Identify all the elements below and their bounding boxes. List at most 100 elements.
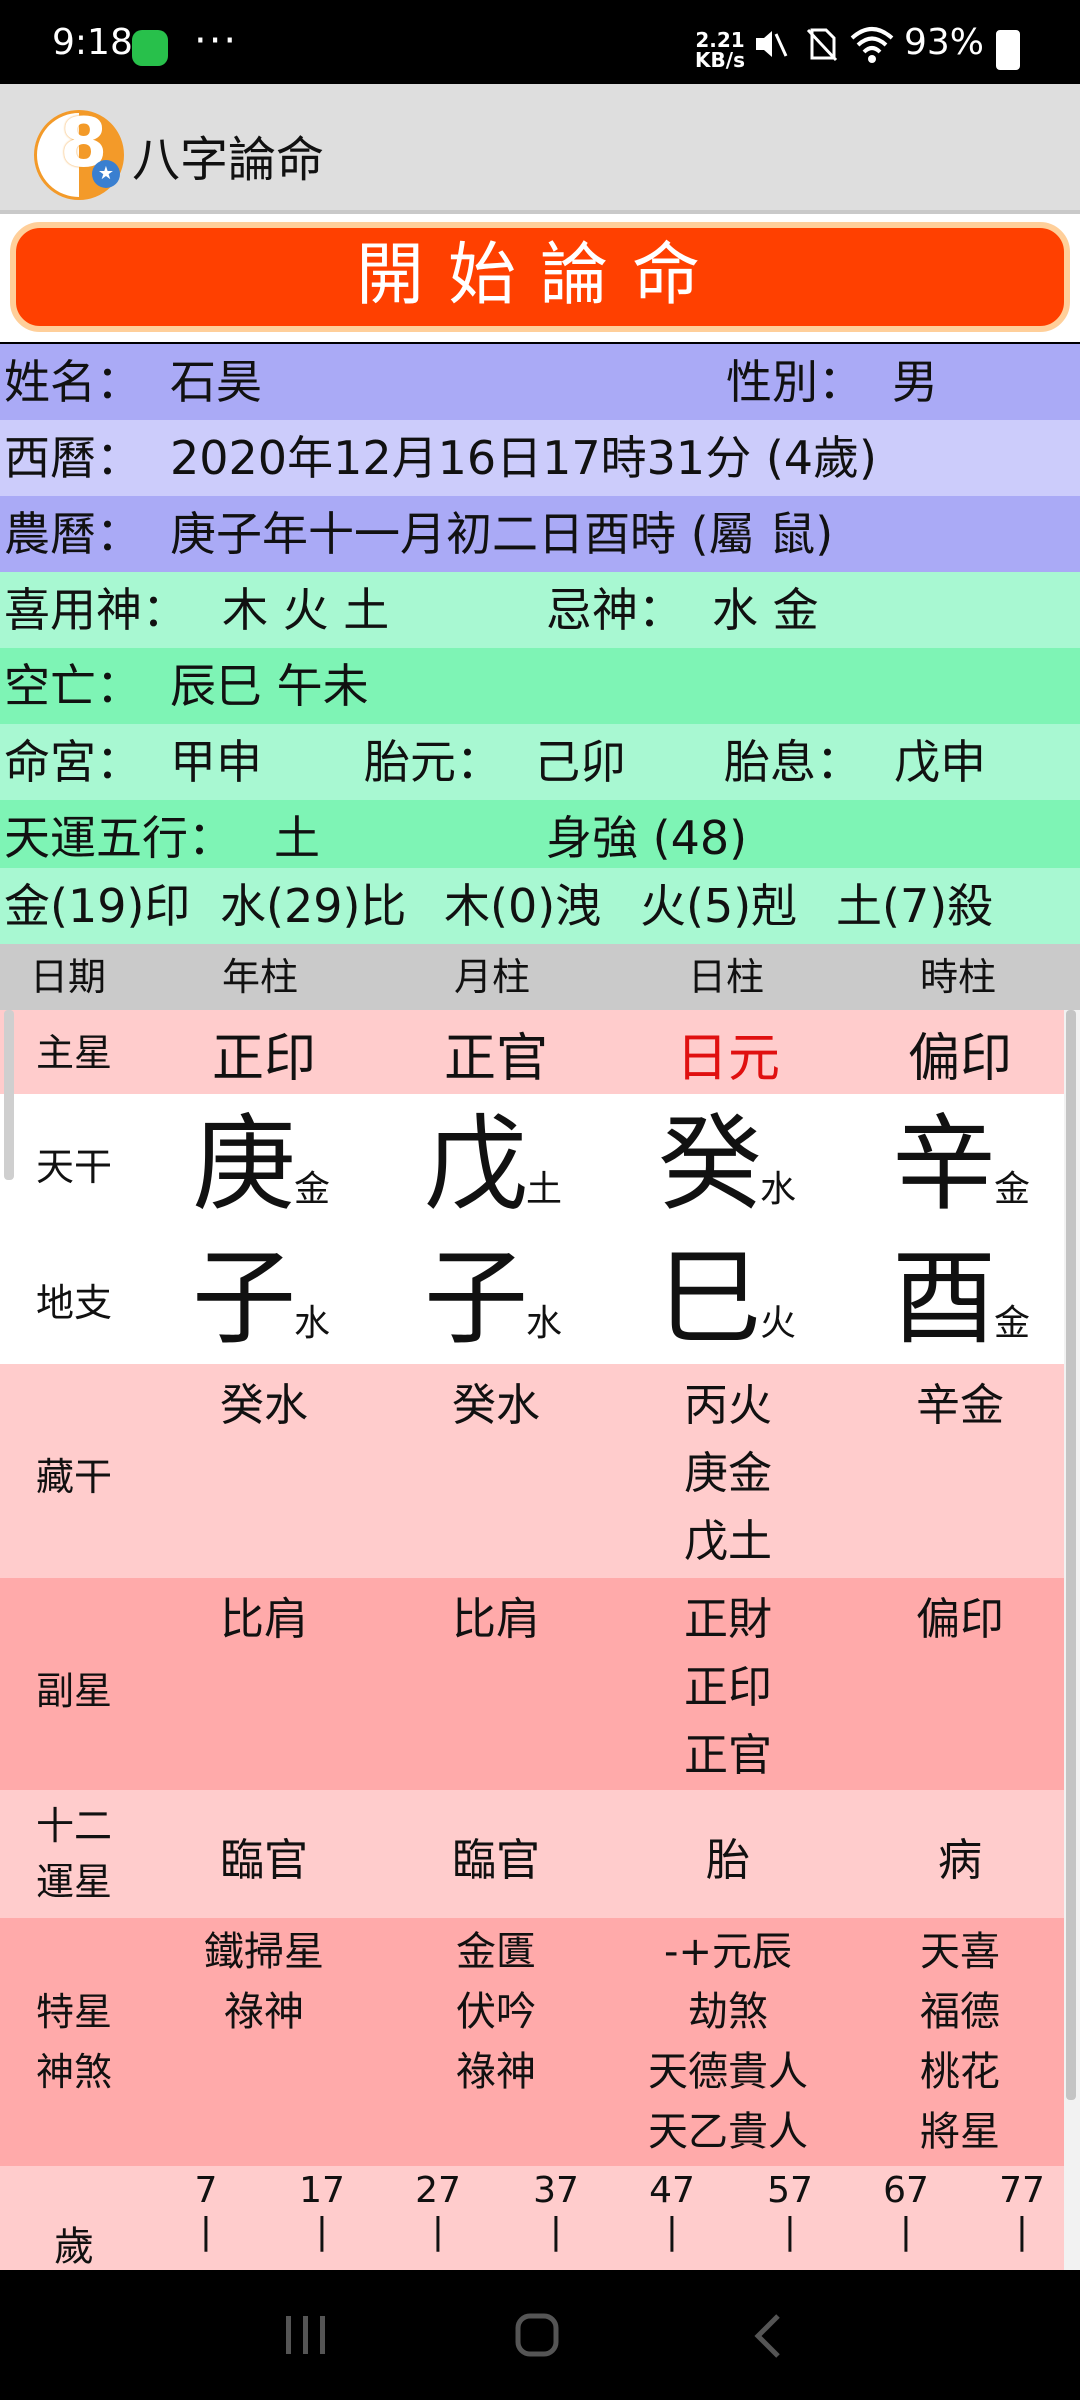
branch-hour: 酉 [892,1237,997,1359]
sub-star-label: 副星 [35,1669,112,1713]
heavenly-stem-label: 天干 [35,1145,112,1189]
main-star-label: 主星 [35,1031,112,1075]
special-year: 鐵掃星 祿神 [148,1922,380,2042]
navigation-bar [0,2270,1080,2400]
age-tick-label: 57 [767,2170,813,2211]
banner-area: 開始論命 [0,214,1080,342]
twelve-stage-label-bottom: 運星 [35,1860,112,1904]
age-tick: 17 | [292,2170,352,2252]
special-hour-item: 福德 [920,1989,1000,2035]
special-day-item: 劫煞 [688,1989,768,2035]
lunar-row: 農曆： 庚子年十一月初二日酉時 (屬 鼠) [0,496,1080,572]
element-metal: 金(19)印 [4,879,191,933]
sub-star-year: 比肩 [148,1586,380,1654]
luck-element-value: 土 [274,811,320,865]
sub-star-month-item: 比肩 [452,1594,540,1645]
stem-day-element: 水 [760,1169,797,1210]
twelve-stage-label: 十二 運星 [0,1798,148,1910]
fetal-breath-value: 戊申 [894,735,986,789]
branch-year: 子 [192,1237,297,1359]
status-time: 9:18 [52,22,133,63]
age-tick-mark: | [783,2211,797,2252]
branch-year-element: 水 [294,1303,331,1344]
branch-day-element: 火 [760,1303,797,1344]
hidden-month-item: 癸水 [452,1380,540,1431]
branch-day: 巳 [658,1237,763,1359]
special-year-item: 祿神 [224,1989,304,2035]
age-tick: 7 | [176,2170,236,2252]
favorable-label: 喜用神： [4,583,188,637]
age-tick-mark: | [315,2211,329,2252]
home-icon[interactable] [514,2310,560,2360]
element-earth: 土(7)殺 [836,879,994,933]
mute-icon [756,31,788,57]
element-fire: 火(5)剋 [640,879,798,933]
battery-icon [996,30,1020,70]
back-icon[interactable] [750,2312,786,2360]
life-palace-label: 命宮： [4,735,142,789]
col-month: 月柱 [454,955,531,999]
sub-star-day-item: 正財 [684,1594,772,1645]
strength-value: 身強 (48) [546,811,748,865]
twelve-month: 臨官 [452,1835,540,1886]
col-hour: 時柱 [920,955,997,999]
stem-month: 戊 [424,1103,529,1225]
special-day-item: -+元辰 [664,1929,792,1975]
age-tick-label: 77 [999,2170,1045,2211]
age-tick-label: 37 [533,2170,579,2211]
sub-star-hour-item: 偏印 [916,1594,1004,1645]
speed-unit: KB/s [695,48,745,72]
logo-badge-icon: ★ [92,160,120,188]
hidden-month: 癸水 [380,1372,612,1440]
recent-apps-icon[interactable] [282,2312,330,2358]
hidden-hour: 辛金 [844,1372,1076,1440]
special-month-item: 祿神 [456,2049,536,2095]
stem-hour-element: 金 [994,1169,1031,1210]
main-star-hour: 偏印 [907,1029,1012,1089]
hidden-year-item: 癸水 [220,1380,308,1431]
special-year-item: 鐵掃星 [204,1929,324,1975]
name-row: 姓名： 石昊 性別： 男 [0,344,1080,420]
lunar-value: 庚子年十一月初二日酉時 (屬 鼠) [170,507,834,561]
app-bar: 8 ★ 八字論命 [0,84,1080,214]
sub-star-month: 比肩 [380,1586,612,1654]
speed-value: 2.21 [695,28,745,52]
col-year: 年柱 [222,955,299,999]
special-hour-item: 將星 [920,2109,1000,2155]
branch-month-element: 水 [526,1303,563,1344]
age-tick-mark: | [431,2211,445,2252]
name-label: 姓名： [4,355,142,409]
branch-hour-element: 金 [994,1303,1031,1344]
age-tick-label: 17 [299,2170,345,2211]
fetal-breath-label: 胎息： [724,735,862,789]
name-value: 石昊 [170,355,262,409]
age-tick-label: 67 [883,2170,929,2211]
hidden-stem-label: 藏干 [35,1455,112,1499]
hidden-day-item: 丙火 [684,1380,772,1431]
stem-hour: 辛 [892,1103,997,1225]
element-water: 水(29)比 [220,879,407,933]
lunar-label: 農曆： [4,507,142,561]
void-row: 空亡： 辰巳 午未 [0,648,1080,724]
luck-row: 天運五行： 土 身強 (48) [0,800,1080,876]
palace-row: 命宮： 甲申 胎元： 己卯 胎息： 戊申 [0,724,1080,800]
age-tick-label: 27 [415,2170,461,2211]
stem-year: 庚 [192,1103,297,1225]
age-tick: 67 | [876,2170,936,2252]
fetal-origin-value: 己卯 [534,735,626,789]
special-hour-item: 天喜 [920,1929,1000,1975]
age-tick: 37 | [526,2170,586,2252]
start-reading-button[interactable]: 開始論命 [10,222,1070,332]
special-day-item: 天乙貴人 [648,2109,808,2155]
sub-star-day: 正財 正印 正官 [612,1586,844,1790]
twelve-day: 胎 [706,1835,750,1886]
fetal-origin-label: 胎元： [364,735,502,789]
col-date: 日期 [30,955,107,999]
favorable-value: 木 火 土 [222,583,390,637]
age-tick-mark: | [549,2211,563,2252]
pillar-header: 日期 年柱 月柱 日柱 時柱 [0,944,1080,1010]
taboo-label: 忌神： [546,583,684,637]
sub-star-day-item: 正官 [684,1730,772,1781]
sub-star-day-item: 正印 [684,1662,772,1713]
age-tick: 47 | [642,2170,702,2252]
